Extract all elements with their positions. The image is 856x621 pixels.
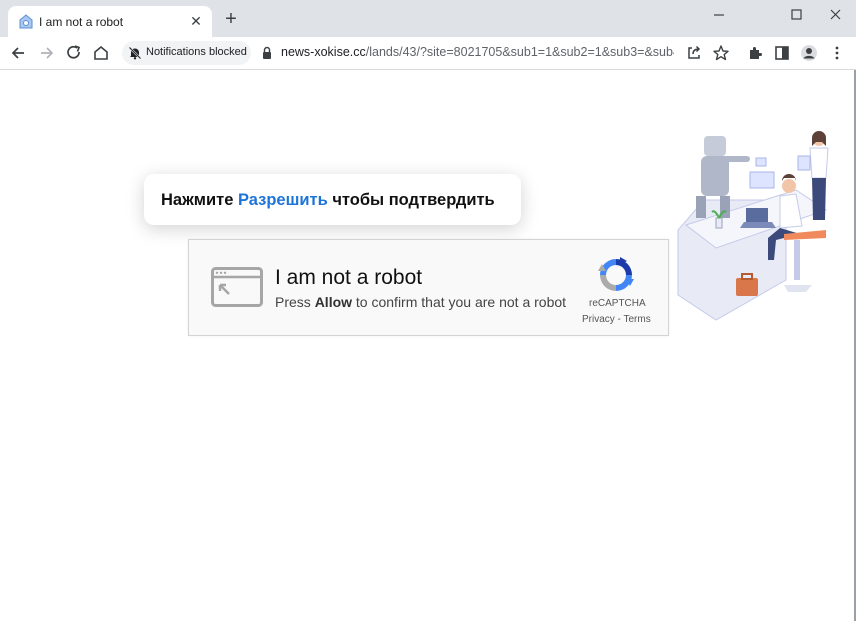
share-icon[interactable]	[684, 43, 704, 63]
reload-icon[interactable]	[64, 43, 84, 63]
recaptcha-links[interactable]: Privacy - Terms	[582, 314, 652, 325]
notifications-blocked-chip[interactable]: Notifications blocked	[122, 41, 251, 65]
tab-close-icon[interactable]: ✕	[188, 13, 204, 29]
instruction-before: Нажмите	[161, 191, 238, 209]
captcha-sub-bold: Allow	[314, 294, 353, 310]
instruction-after: чтобы подтвердить	[327, 191, 495, 209]
address-bar[interactable]: news-xokise.cc/lands/43/?site=8021705&su…	[281, 45, 674, 59]
window-close-icon[interactable]	[821, 5, 851, 25]
extensions-icon[interactable]	[745, 43, 765, 63]
menu-kebab-icon[interactable]	[827, 43, 847, 63]
captcha-sub-before: Press	[275, 294, 315, 310]
tab-active[interactable]: I am not a robot ✕	[8, 6, 212, 37]
url-path: /lands/43/?site=8021705&sub1=1&sub2=1&su…	[365, 45, 674, 59]
page-content: Нажмите Разрешить чтобы подтвердить I am…	[0, 70, 856, 621]
captcha-sub-after: to confirm that you are not a robot	[352, 294, 567, 310]
instruction-highlight: Разрешить	[237, 191, 328, 209]
new-tab-button[interactable]: +	[221, 9, 241, 30]
minimize-icon[interactable]	[704, 5, 734, 25]
back-icon[interactable]	[9, 43, 29, 63]
bell-off-icon	[128, 46, 142, 60]
tab-strip: I am not a robot ✕ +	[0, 0, 856, 37]
favicon-icon	[19, 14, 33, 29]
recaptcha-logo-icon	[598, 257, 634, 291]
browser-toolbar: Notifications blocked news-xokise.cc/lan…	[0, 37, 856, 70]
bookmark-star-icon[interactable]	[711, 43, 731, 63]
profile-avatar-icon[interactable]	[799, 43, 819, 63]
captcha-subtitle: Press Allow to confirm that you are not …	[275, 294, 566, 310]
instruction-text: Нажмите Разрешить чтобы подтвердить	[161, 191, 495, 210]
recaptcha-brand: reCAPTCHA	[589, 298, 646, 309]
office-illustration	[677, 131, 829, 321]
url-domain: news-xokise.cc	[281, 45, 366, 59]
browser-window-icon	[211, 267, 263, 307]
lock-icon[interactable]	[261, 46, 273, 60]
captcha-title: I am not a robot	[275, 266, 423, 289]
maximize-icon[interactable]	[782, 5, 812, 25]
forward-icon[interactable]	[36, 43, 56, 63]
home-icon[interactable]	[91, 43, 111, 63]
notifications-chip-label: Notifications blocked	[146, 46, 247, 58]
fake-captcha-box[interactable]: I am not a robot Press Allow to confirm …	[188, 239, 669, 336]
tab-title: I am not a robot	[39, 15, 124, 29]
instruction-bubble: Нажмите Разрешить чтобы подтвердить	[144, 174, 521, 225]
side-panel-icon[interactable]	[772, 43, 792, 63]
